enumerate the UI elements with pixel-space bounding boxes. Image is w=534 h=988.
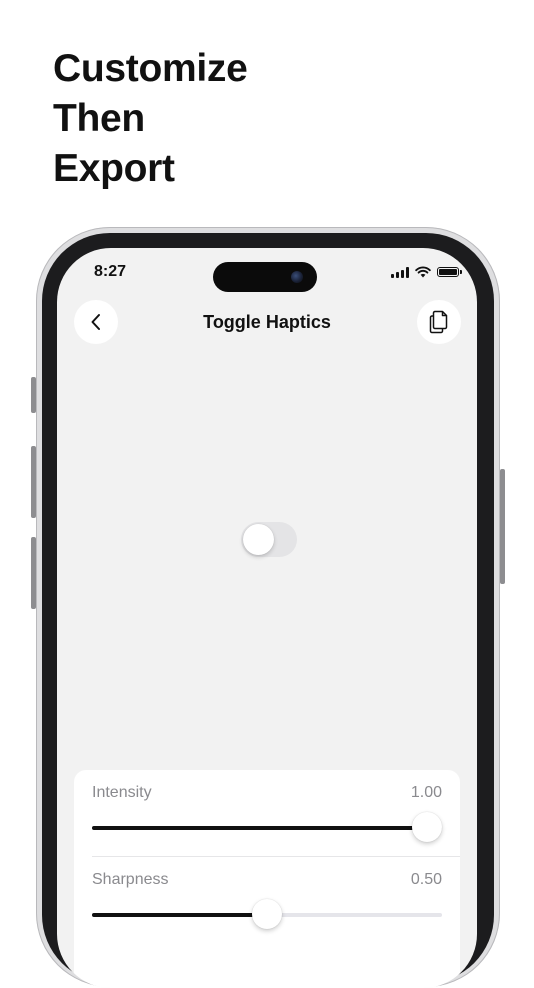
headline-line-2: Then xyxy=(53,97,145,140)
sharpness-slider[interactable] xyxy=(92,899,442,929)
copy-button[interactable] xyxy=(417,300,461,344)
intensity-slider[interactable] xyxy=(92,812,442,842)
sharpness-slider-fill xyxy=(92,913,267,917)
wifi-icon xyxy=(415,266,431,278)
page-title: Toggle Haptics xyxy=(203,312,331,332)
power-button xyxy=(500,469,505,584)
intensity-value: 1.00 xyxy=(410,784,442,801)
camera-icon xyxy=(291,271,303,283)
headline-line-3: Export xyxy=(53,147,175,190)
toggle-knob xyxy=(243,524,274,555)
cellular-signal-icon xyxy=(391,266,409,278)
status-time: 8:27 xyxy=(94,263,127,280)
dynamic-island xyxy=(213,262,317,292)
intensity-slider-fill xyxy=(92,826,427,830)
status-icons xyxy=(391,266,462,278)
intensity-slider-thumb[interactable] xyxy=(412,812,442,842)
sharpness-label: Sharpness xyxy=(92,871,169,888)
headline-line-1: Customize xyxy=(53,47,248,90)
phone-screen: 8:27 Toggle Haptics Intensity 1.00 Sharp… xyxy=(57,248,477,988)
settings-card: Intensity 1.00 Sharpness 0.50 xyxy=(74,770,460,988)
copy-documents-icon xyxy=(429,310,448,334)
sharpness-value: 0.50 xyxy=(410,871,442,888)
sharpness-slider-thumb[interactable] xyxy=(252,899,282,929)
intensity-label: Intensity xyxy=(92,784,152,801)
intensity-row: Intensity 1.00 xyxy=(92,770,442,856)
headline: Customize Then Export xyxy=(53,44,248,194)
battery-icon xyxy=(437,267,462,277)
sharpness-row: Sharpness 0.50 xyxy=(92,857,442,943)
haptics-toggle-switch[interactable] xyxy=(241,522,297,557)
